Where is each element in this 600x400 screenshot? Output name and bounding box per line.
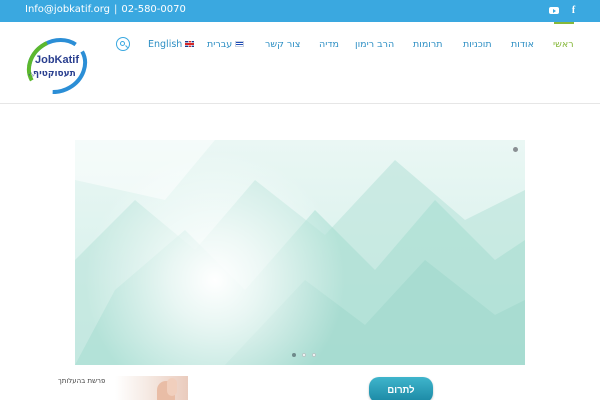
active-nav-indicator (554, 22, 574, 24)
slider-bullet[interactable] (302, 353, 306, 357)
slider-image (75, 140, 525, 365)
jobkatif-logo[interactable]: JobKatif תעסוקטיף ע"ר (25, 36, 90, 94)
phone-link[interactable]: 02-580-0070 (121, 4, 185, 15)
contact-separator: | (114, 4, 118, 15)
israel-flag-icon (235, 40, 245, 47)
contact-info: Info@jobkatif.org | 02-580-0070 (25, 4, 186, 15)
top-bar: Info@jobkatif.org | 02-580-0070 f (0, 0, 600, 22)
slider-bullet[interactable] (312, 353, 316, 357)
nav-item-hebrew[interactable]: עברית (207, 39, 245, 50)
nav-item-home[interactable]: ראשי (553, 39, 574, 50)
email-link[interactable]: Info@jobkatif.org (25, 4, 110, 15)
donate-button[interactable]: לתרום (369, 377, 433, 400)
nav-item-rabbi-rimon[interactable]: הרב רימון (355, 39, 394, 50)
nav-item-programs[interactable]: תוכניות (463, 39, 492, 50)
nav-item-english[interactable]: English (148, 39, 195, 50)
youtube-icon[interactable] (548, 5, 559, 16)
search-icon[interactable] (116, 37, 130, 51)
logo-subtitle: תעסוקטיף (33, 69, 76, 79)
facebook-icon[interactable]: f (568, 5, 579, 16)
parasha-caption[interactable]: פרשת בהעלותך (58, 377, 105, 385)
logo-title: JobKatif (35, 54, 79, 66)
slider-bullet[interactable] (292, 353, 296, 357)
nav-item-media[interactable]: מדיה (319, 39, 339, 50)
parasha-thumbnail[interactable] (115, 376, 188, 400)
slider-indicator-dot[interactable] (513, 147, 518, 152)
logo-suffix: ע"ר (28, 72, 35, 77)
slider-pagination (292, 353, 316, 357)
nav-item-contact[interactable]: צור קשר (265, 39, 300, 50)
uk-flag-icon (185, 40, 195, 47)
site-header: JobKatif תעסוקטיף ע"ר English עברית צור … (0, 22, 600, 104)
hero-slider[interactable] (75, 140, 525, 365)
nav-item-about[interactable]: אודות (511, 39, 534, 50)
nav-item-donations[interactable]: תרומות (413, 39, 442, 50)
